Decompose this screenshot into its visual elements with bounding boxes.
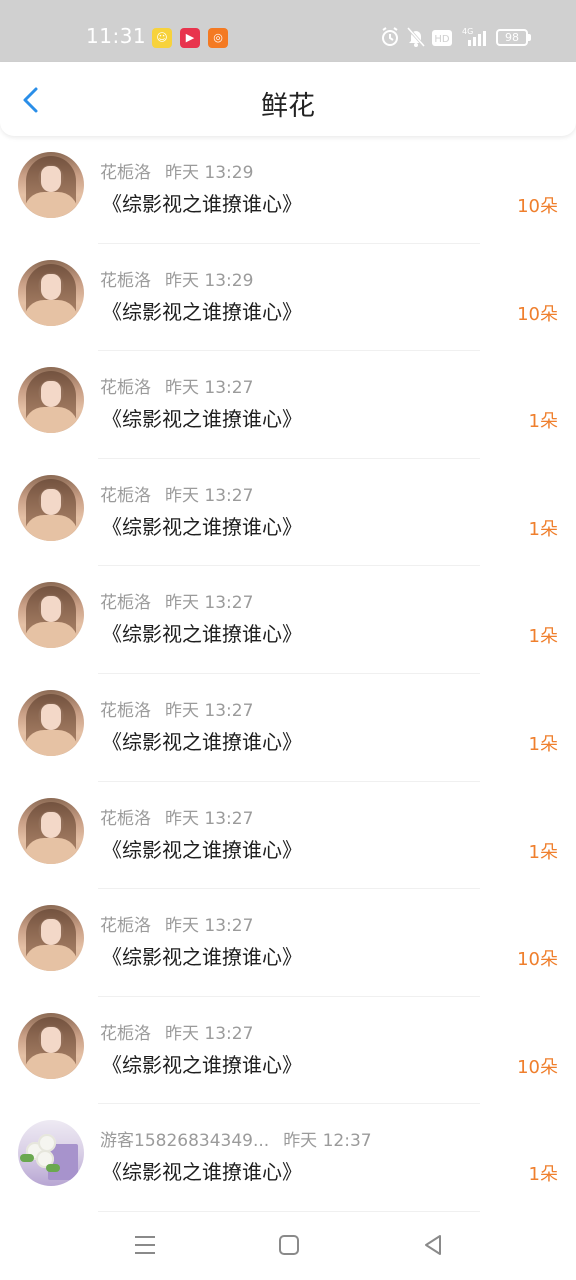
user-name: 花栀洛 xyxy=(100,1023,151,1044)
meta-line: 花栀洛 昨天 13:29 xyxy=(100,158,253,183)
timestamp: 昨天 13:29 xyxy=(165,163,254,183)
signal-icon: 4G xyxy=(462,26,488,50)
video-app-icon: ▶ xyxy=(180,28,200,48)
avatar[interactable] xyxy=(18,367,84,434)
avatar[interactable] xyxy=(18,689,84,756)
book-title: 《综影视之谁撩谁心》 xyxy=(102,299,302,324)
timestamp: 昨天 13:27 xyxy=(165,378,254,399)
user-name: 花栀洛 xyxy=(100,808,151,829)
header: 鲜花 xyxy=(0,62,576,136)
user-name: 花栀洛 xyxy=(100,916,151,937)
svg-text:HD: HD xyxy=(434,34,450,45)
user-name: 花栀洛 xyxy=(100,485,151,506)
list-item[interactable]: 花栀洛 昨天 13:27 《综影视之谁撩谁心》 1朵 xyxy=(0,459,576,567)
meta-line: 花栀洛 昨天 13:29 xyxy=(100,266,253,291)
alarm-icon xyxy=(380,26,400,50)
notification-app-icon: ☺ xyxy=(152,28,172,48)
flower-amount: 10朵 xyxy=(517,949,558,971)
list-item[interactable]: 花栀洛 昨天 13:27 《综影视之谁撩谁心》 10朵 xyxy=(0,889,576,997)
book-title: 《综影视之谁撩谁心》 xyxy=(102,837,302,862)
page-title: 鲜花 xyxy=(261,91,315,122)
book-title: 《综影视之谁撩谁心》 xyxy=(102,622,302,647)
avatar[interactable] xyxy=(18,582,84,649)
status-bar: 11:31 ☺ ▶ ◎ HD 4G 98 xyxy=(0,0,576,62)
flower-amount: 1朵 xyxy=(528,626,558,648)
timestamp: 昨天 13:27 xyxy=(165,700,254,721)
timestamp: 昨天 12:37 xyxy=(283,1131,372,1152)
meta-line: 花栀洛 昨天 13:27 xyxy=(100,911,253,936)
user-name: 花栀洛 xyxy=(100,163,151,183)
timestamp: 昨天 13:27 xyxy=(165,1023,254,1044)
flower-amount: 1朵 xyxy=(528,733,558,755)
meta-line: 花栀洛 昨天 13:27 xyxy=(100,1019,253,1044)
list-item[interactable]: 花栀洛 昨天 13:27 《综影视之谁撩谁心》 1朵 xyxy=(0,566,576,674)
system-nav-bar xyxy=(0,1212,576,1280)
timestamp: 昨天 13:27 xyxy=(165,593,254,614)
user-name: 花栀洛 xyxy=(100,593,151,614)
meta-line: 花栀洛 昨天 13:27 xyxy=(100,373,253,398)
store-app-icon: ◎ xyxy=(208,28,228,48)
meta-line: 花栀洛 昨天 13:27 xyxy=(100,588,253,613)
svg-text:4G: 4G xyxy=(462,27,473,36)
avatar[interactable] xyxy=(18,1120,84,1187)
status-time: 11:31 xyxy=(86,24,147,48)
timestamp: 昨天 13:27 xyxy=(165,916,254,937)
flower-amount: 1朵 xyxy=(528,1164,558,1186)
home-square-icon xyxy=(279,1235,299,1255)
meta-line: 游客15826834349... 昨天 12:37 xyxy=(100,1126,372,1151)
list-item[interactable]: 花栀洛 昨天 13:29 《综影视之谁撩谁心》 10朵 xyxy=(0,244,576,352)
list-item[interactable]: 花栀洛 昨天 13:27 《综影视之谁撩谁心》 1朵 xyxy=(0,674,576,782)
list-item[interactable]: 花栀洛 昨天 13:27 《综影视之谁撩谁心》 1朵 xyxy=(0,782,576,890)
avatar[interactable] xyxy=(18,259,84,326)
user-name: 花栀洛 xyxy=(100,378,151,399)
flower-amount: 10朵 xyxy=(517,303,558,325)
mute-icon xyxy=(406,26,426,50)
timestamp: 昨天 13:27 xyxy=(165,485,254,506)
book-title: 《综影视之谁撩谁心》 xyxy=(102,1052,302,1077)
flower-amount: 1朵 xyxy=(528,841,558,863)
meta-line: 花栀洛 昨天 13:27 xyxy=(100,804,253,829)
flower-amount: 1朵 xyxy=(528,411,558,433)
menu-icon xyxy=(135,1236,155,1254)
meta-line: 花栀洛 昨天 13:27 xyxy=(100,481,253,506)
flower-amount: 1朵 xyxy=(528,518,558,540)
battery-tip xyxy=(528,34,531,41)
list-item[interactable]: 花栀洛 昨天 13:27 《综影视之谁撩谁心》 1朵 xyxy=(0,351,576,459)
avatar[interactable] xyxy=(18,474,84,541)
gift-record-list: 花栀洛 昨天 13:29 《综影视之谁撩谁心》 10朵 花栀洛 昨天 13:29 《综影视之… xyxy=(0,136,576,1212)
book-title: 《综影视之谁撩谁心》 xyxy=(102,945,302,970)
book-title: 《综影视之谁撩谁心》 xyxy=(102,729,302,754)
book-title: 《综影视之谁撩谁心》 xyxy=(102,1160,302,1185)
battery-icon: 98 xyxy=(496,29,528,46)
menu-button[interactable] xyxy=(130,1230,160,1260)
home-button[interactable] xyxy=(274,1230,304,1260)
meta-line: 花栀洛 昨天 13:27 xyxy=(100,696,253,721)
back-triangle-icon xyxy=(425,1235,441,1255)
hd-icon: HD xyxy=(432,30,452,54)
flower-amount: 10朵 xyxy=(517,1056,558,1078)
avatar[interactable] xyxy=(18,1012,84,1079)
timestamp: 昨天 13:29 xyxy=(165,270,254,291)
nav-back-button[interactable] xyxy=(418,1230,448,1260)
list-item[interactable]: 花栀洛 昨天 13:27 《综影视之谁撩谁心》 10朵 xyxy=(0,997,576,1105)
avatar[interactable] xyxy=(18,152,84,218)
timestamp: 昨天 13:27 xyxy=(165,808,254,829)
list-item[interactable]: 游客15826834349... 昨天 12:37 《综影视之谁撩谁心》 1朵 xyxy=(0,1104,576,1212)
book-title: 《综影视之谁撩谁心》 xyxy=(102,407,302,432)
book-title: 《综影视之谁撩谁心》 xyxy=(102,192,302,216)
avatar[interactable] xyxy=(18,797,84,864)
flower-amount: 10朵 xyxy=(517,196,558,217)
user-name: 花栀洛 xyxy=(100,270,151,291)
list-item[interactable]: 花栀洛 昨天 13:29 《综影视之谁撩谁心》 10朵 xyxy=(0,136,576,244)
book-title: 《综影视之谁撩谁心》 xyxy=(102,514,302,539)
avatar[interactable] xyxy=(18,905,84,972)
user-name: 游客15826834349... xyxy=(100,1131,270,1152)
user-name: 花栀洛 xyxy=(100,700,151,721)
